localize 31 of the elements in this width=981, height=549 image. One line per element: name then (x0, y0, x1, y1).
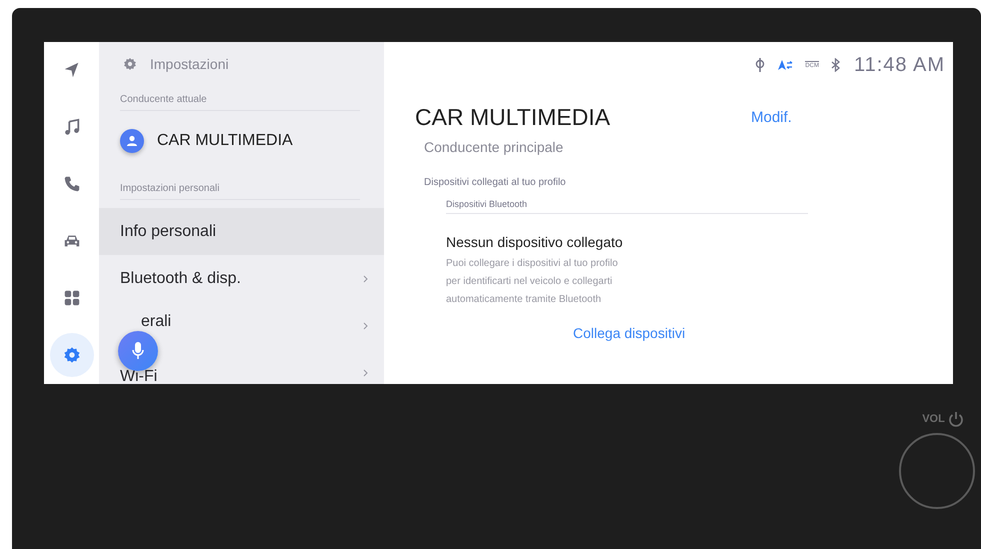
settings-item[interactable]: Wi-Fi (99, 349, 384, 384)
empty-title: Nessun dispositivo collegato (446, 234, 624, 250)
settings-item[interactable]: erali (99, 302, 384, 349)
profile-name: CAR MULTIMEDIA (415, 104, 612, 130)
settings-icon (62, 346, 80, 364)
section-heading: Dispositivi collegati al tuo profilo (424, 177, 567, 188)
edit-link[interactable]: Modif. (751, 108, 792, 126)
subsection-heading: Dispositivi Bluetooth (446, 199, 808, 214)
volume-label: VOL (922, 413, 945, 425)
volume-knob[interactable] (899, 433, 975, 509)
phone-icon (62, 175, 80, 193)
section-label: Conducente attuale (120, 94, 360, 111)
route-arrows-icon (777, 59, 794, 71)
navigation-arrow-icon (62, 61, 80, 79)
settings-item[interactable]: Bluetooth & disp. (99, 255, 384, 302)
empty-description: Puoi collegare i dispositivi al tuo profilo per identificarti nel veicolo e collegarti automaticamente tramite Bluetooth (446, 257, 619, 307)
section-label: Impostazioni personali (120, 183, 360, 200)
rail-button[interactable] (50, 333, 94, 377)
app-grid-icon (62, 289, 80, 307)
power-icon (948, 411, 964, 427)
settings-item[interactable]: Info personali (99, 208, 384, 255)
profile-role: Conducente principale (424, 139, 564, 155)
connect-devices-link[interactable]: Collega dispositivi (573, 325, 686, 341)
microphone-icon (132, 342, 144, 360)
settings-icon (123, 57, 137, 71)
bluetooth-icon (830, 58, 840, 72)
music-note-icon (62, 118, 80, 136)
driver-name: CAR MULTIMEDIA (157, 132, 293, 150)
avatar-icon (120, 129, 144, 153)
sidebar-title: Impostazioni (150, 56, 229, 72)
clock-time: 11:48 AM (854, 54, 945, 76)
